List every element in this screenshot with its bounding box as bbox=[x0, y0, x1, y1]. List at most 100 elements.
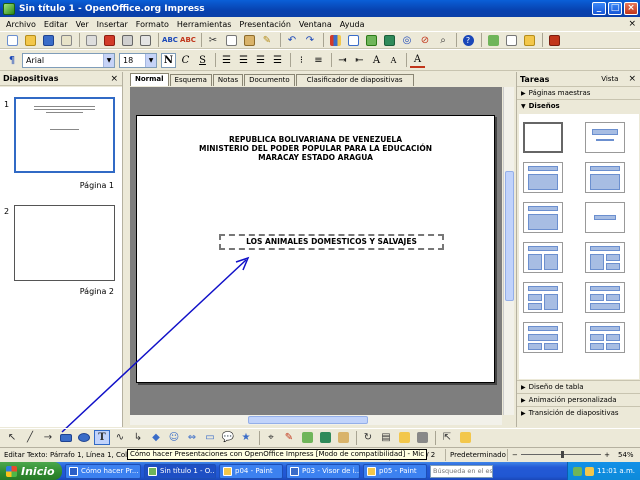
symbol-shapes-icon[interactable]: ☺ bbox=[166, 430, 182, 445]
redo-icon[interactable]: ↷ bbox=[302, 33, 318, 48]
tab-notas[interactable]: Notas bbox=[212, 74, 244, 86]
layout-top-bottom[interactable] bbox=[585, 282, 625, 313]
close-document-icon[interactable]: × bbox=[628, 19, 636, 29]
edit-file-icon[interactable] bbox=[83, 33, 99, 48]
slide-design-icon[interactable] bbox=[521, 33, 537, 48]
display-views-icon[interactable] bbox=[485, 33, 501, 48]
extrusion-icon[interactable] bbox=[335, 430, 351, 445]
taskbar-item-word[interactable]: Cómo hacer Pr... bbox=[65, 463, 141, 479]
menu-ventana[interactable]: Ventana bbox=[295, 20, 336, 29]
print-icon[interactable] bbox=[119, 33, 135, 48]
font-size-select[interactable]: 18 ▼ bbox=[119, 52, 157, 68]
slideshow-icon[interactable] bbox=[546, 33, 562, 48]
gallery-icon[interactable] bbox=[317, 430, 333, 445]
increase-font-icon[interactable]: A bbox=[369, 53, 384, 68]
bold-icon[interactable]: N bbox=[161, 52, 176, 68]
horizontal-scrollbar[interactable] bbox=[130, 415, 502, 425]
insert-image-icon[interactable] bbox=[363, 33, 379, 48]
tab-normal[interactable]: Normal bbox=[130, 73, 169, 86]
current-slide[interactable]: REPUBLICA BOLIVARIANA DE VENEZUELA MINIS… bbox=[136, 115, 495, 383]
menu-ver[interactable]: Ver bbox=[72, 20, 93, 29]
align-center-icon[interactable]: ☰ bbox=[236, 53, 251, 68]
undo-icon[interactable]: ↶ bbox=[284, 33, 300, 48]
table-icon[interactable] bbox=[345, 33, 361, 48]
menu-presentacion[interactable]: Presentación bbox=[235, 20, 295, 29]
maximize-button[interactable]: □ bbox=[608, 2, 622, 15]
copy-icon[interactable] bbox=[223, 33, 239, 48]
menu-editar[interactable]: Editar bbox=[40, 20, 72, 29]
layout-quad-left[interactable] bbox=[523, 282, 563, 313]
menu-herramientas[interactable]: Herramientas bbox=[173, 20, 236, 29]
align-icon[interactable]: ▤ bbox=[378, 430, 394, 445]
layout-title-two-lines[interactable] bbox=[585, 162, 625, 193]
tray-network-icon[interactable] bbox=[573, 466, 583, 476]
format-paintbrush-icon[interactable]: ✎ bbox=[259, 33, 275, 48]
ellipse-icon[interactable] bbox=[76, 430, 92, 445]
points-icon[interactable]: ⌖ bbox=[263, 430, 279, 445]
flowchart-icon[interactable]: ▭ bbox=[202, 430, 218, 445]
callouts-icon[interactable]: 💬 bbox=[220, 430, 236, 445]
export-pdf-icon[interactable] bbox=[101, 33, 117, 48]
scroll-thumb[interactable] bbox=[248, 416, 368, 424]
connector-icon[interactable]: ↳ bbox=[130, 430, 146, 445]
fontwork-icon[interactable]: ✎ bbox=[281, 430, 297, 445]
minimize-button[interactable]: _ bbox=[592, 2, 606, 15]
help-icon[interactable]: ? bbox=[460, 33, 476, 48]
autospellcheck-icon[interactable]: ABC bbox=[180, 33, 196, 48]
tab-esquema[interactable]: Esquema bbox=[169, 74, 212, 86]
numbering-icon[interactable]: ≡ bbox=[311, 53, 326, 68]
arrange-icon[interactable] bbox=[396, 430, 412, 445]
zoom-in-icon[interactable]: + bbox=[604, 449, 610, 461]
font-name-select[interactable]: Arial ▼ bbox=[22, 52, 115, 68]
menu-insertar[interactable]: Insertar bbox=[93, 20, 132, 29]
zoom-thumb[interactable] bbox=[561, 451, 564, 458]
line-icon[interactable]: ╱ bbox=[22, 430, 38, 445]
toggle-extrusion-icon[interactable]: ⇱ bbox=[439, 430, 455, 445]
styles-icon[interactable]: ¶ bbox=[4, 53, 20, 68]
zoom-out-icon[interactable]: − bbox=[512, 449, 518, 461]
section-layouts[interactable]: ▼ Diseños bbox=[517, 99, 640, 112]
save-icon[interactable] bbox=[40, 33, 56, 48]
shadow-icon[interactable] bbox=[414, 430, 430, 445]
start-button[interactable]: Inicio bbox=[0, 462, 62, 480]
email-icon[interactable] bbox=[58, 33, 74, 48]
section-slide-transition[interactable]: ▶ Transición de diapositivas bbox=[517, 406, 640, 419]
slide-thumbnail-2[interactable] bbox=[14, 205, 115, 281]
taskbar-item-impress[interactable]: Sin título 1 - O... bbox=[144, 463, 216, 479]
paste-icon[interactable] bbox=[241, 33, 257, 48]
close-button[interactable]: × bbox=[624, 2, 638, 15]
taskbar-item-image-viewer[interactable]: P03 - Visor de i... bbox=[286, 463, 360, 479]
tab-clasificador[interactable]: Clasificador de diapositivas bbox=[295, 74, 414, 86]
block-arrows-icon[interactable]: ⇔ bbox=[184, 430, 200, 445]
text-icon[interactable]: T bbox=[94, 430, 110, 445]
line-arrow-icon[interactable]: → bbox=[40, 430, 56, 445]
slide-canvas[interactable]: REPUBLICA BOLIVARIANA DE VENEZUELA MINIS… bbox=[130, 87, 502, 415]
rectangle-icon[interactable] bbox=[58, 430, 74, 445]
open-folder-icon[interactable] bbox=[22, 33, 38, 48]
slide-thumbnail-1[interactable] bbox=[14, 97, 115, 173]
tray-volume-icon[interactable] bbox=[585, 466, 595, 476]
print-preview-icon[interactable] bbox=[137, 33, 153, 48]
layout-blank[interactable] bbox=[523, 122, 563, 153]
gallery-icon[interactable] bbox=[381, 33, 397, 48]
show-draw-functions-icon[interactable]: ⊘ bbox=[417, 33, 433, 48]
taskbar-item-paint-p05[interactable]: p05 - Paint bbox=[363, 463, 427, 479]
menu-formato[interactable]: Formato bbox=[132, 20, 173, 29]
rotate-icon[interactable]: ↻ bbox=[360, 430, 376, 445]
slide-heading[interactable]: REPUBLICA BOLIVARIANA DE VENEZUELA MINIS… bbox=[137, 135, 494, 162]
curve-icon[interactable]: ∿ bbox=[112, 430, 128, 445]
layout-centered-text[interactable] bbox=[585, 202, 625, 233]
menu-archivo[interactable]: Archivo bbox=[2, 20, 40, 29]
menu-ayuda[interactable]: Ayuda bbox=[336, 20, 369, 29]
underline-icon[interactable]: S bbox=[195, 53, 210, 68]
selected-text-box[interactable]: LOS ANIMALES DOMESTICOS Y SALVAJES bbox=[219, 234, 444, 250]
toolbar-options-icon[interactable] bbox=[457, 430, 473, 445]
layout-title-content[interactable] bbox=[523, 162, 563, 193]
stars-icon[interactable]: ★ bbox=[238, 430, 254, 445]
chart-icon[interactable] bbox=[327, 33, 343, 48]
spellcheck-icon[interactable]: ABC bbox=[162, 33, 178, 48]
layout-four-blocks[interactable] bbox=[585, 322, 625, 353]
align-right-icon[interactable]: ☰ bbox=[253, 53, 268, 68]
zoom-slider[interactable]: − + bbox=[508, 449, 614, 461]
desktop-search-input[interactable]: Búsqueda en el escri bbox=[430, 464, 493, 478]
